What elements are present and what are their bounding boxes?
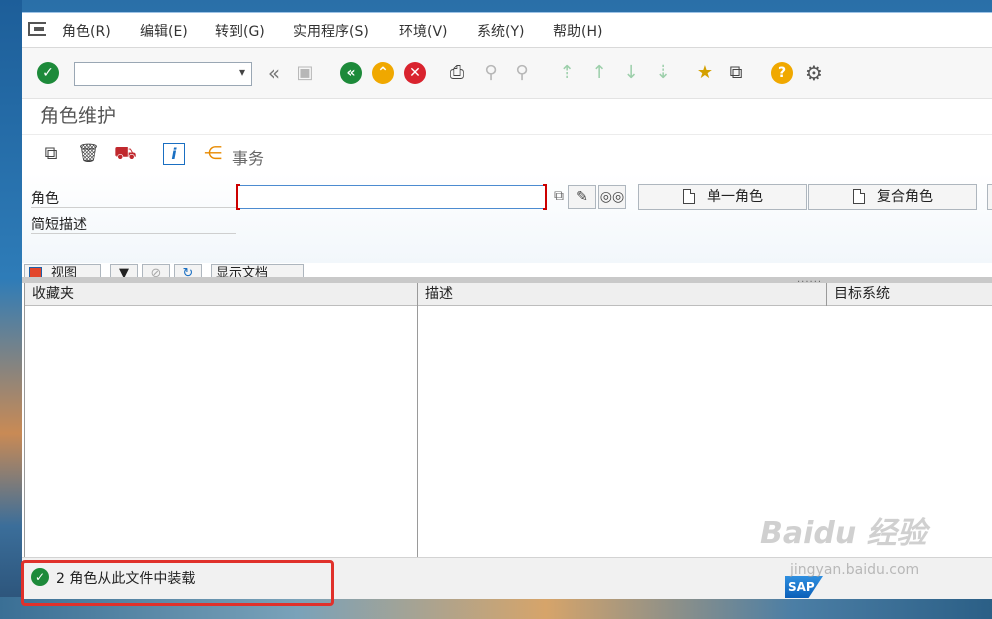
delete-filter-button[interactable]: ⊘ <box>142 264 170 277</box>
last-page-icon[interactable]: ⇣ <box>652 62 674 84</box>
column-header-target-system[interactable]: 目标系统 <box>827 283 992 306</box>
filter-icon: ▼ <box>119 266 129 277</box>
prev-page-icon[interactable]: ↑ <box>588 62 610 84</box>
copy-icon[interactable]: ⧉ <box>40 143 62 165</box>
menu-item-role[interactable]: 角色(R) <box>62 21 111 41</box>
next-page-icon[interactable]: ↓ <box>620 62 642 84</box>
menu-item-edit[interactable]: 编辑(E) <box>140 21 188 41</box>
settings-icon[interactable]: ⚙ <box>803 62 825 84</box>
column-divider[interactable] <box>826 283 827 306</box>
application-toolbar: ⧉ 🗑 ⛟ i ⋲ 事务 <box>22 134 992 173</box>
desktop-background-left <box>0 0 22 619</box>
pencil-icon: ✎ <box>576 189 588 205</box>
more-button-edge[interactable] <box>987 184 992 210</box>
transport-icon[interactable]: ⛟ <box>114 143 137 165</box>
enter-icon[interactable]: ✓ <box>37 62 59 84</box>
display-documentation-label: 显示文档 <box>216 266 269 277</box>
print-icon[interactable]: ⎙ <box>446 62 468 84</box>
standard-toolbar: ✓ ▾ « ▣ « ⌃ ✕ ⎙ ⚲ ⚲ ⇡ ↑ ↓ ⇣ ★ ⧉ ? ⚙ <box>22 48 992 99</box>
command-field[interactable]: ▾ <box>74 62 252 86</box>
transactions-label[interactable]: 事务 <box>232 145 264 169</box>
info-icon[interactable]: i <box>163 143 185 165</box>
selection-form: 角色 简短描述 ⧉ ✎ ◎◎ 单一角色 复合角色 <box>22 173 992 263</box>
display-documentation-button[interactable]: 显示文档 <box>211 264 304 277</box>
view-label: 视图 <box>51 266 78 277</box>
chevron-down-icon[interactable]: ▾ <box>239 65 245 79</box>
tree-toolbar: 视图 ▼ ⊘ ↻ 显示文档 <box>22 263 992 277</box>
transactions-icon[interactable]: ⋲ <box>202 143 224 165</box>
column-divider[interactable] <box>417 283 418 557</box>
baidu-watermark-url-icon: jingyan.baidu.com <box>790 562 920 578</box>
save-icon[interactable]: ▣ <box>294 62 316 84</box>
page-title: 角色维护 <box>40 105 117 127</box>
baidu-watermark-icon: Baidu 经验 <box>760 516 927 551</box>
status-highlight-box <box>21 560 334 606</box>
find-icon[interactable]: ⚲ <box>480 62 502 84</box>
short-description-label: 简短描述 <box>31 217 87 233</box>
view-icon <box>29 267 42 277</box>
composite-role-button[interactable]: 复合角色 <box>808 184 977 210</box>
glasses-icon: ◎◎ <box>599 189 625 205</box>
filter-button[interactable]: ▼ <box>110 264 138 277</box>
first-page-icon[interactable]: ⇡ <box>556 62 578 84</box>
column-header-favorites[interactable]: 收藏夹 <box>25 283 417 306</box>
menu-toggle-icon[interactable] <box>28 22 46 36</box>
back-green-icon[interactable]: « <box>340 62 362 84</box>
exit-icon[interactable]: ⌃ <box>372 62 394 84</box>
sap-logo: SAP <box>785 576 823 598</box>
edit-button[interactable]: ✎ <box>568 185 596 209</box>
new-session-icon[interactable]: ★ <box>694 62 716 84</box>
shortcut-icon[interactable]: ⧉ <box>725 62 747 84</box>
role-input[interactable] <box>236 184 547 210</box>
column-header-description[interactable]: 描述 <box>418 283 826 306</box>
menu-item-system[interactable]: 系统(Y) <box>477 21 524 41</box>
display-button[interactable]: ◎◎ <box>598 185 626 209</box>
delete-filter-icon: ⊘ <box>150 266 162 277</box>
back-icon[interactable]: « <box>263 62 285 84</box>
role-label-underline <box>31 207 236 208</box>
single-role-button[interactable]: 单一角色 <box>638 184 807 210</box>
single-role-label: 单一角色 <box>707 189 763 205</box>
role-label: 角色 <box>31 191 59 207</box>
refresh-button[interactable]: ↻ <box>174 264 202 277</box>
cancel-icon[interactable]: ✕ <box>404 62 426 84</box>
delete-icon[interactable]: 🗑 <box>77 143 100 165</box>
composite-role-label: 复合角色 <box>877 189 933 205</box>
menu-item-utilities[interactable]: 实用程序(S) <box>293 21 369 41</box>
menu-item-environment[interactable]: 环境(V) <box>399 21 448 41</box>
view-button[interactable]: 视图 <box>24 264 101 277</box>
document-icon <box>683 189 695 204</box>
short-description-underline <box>31 233 236 234</box>
find-next-icon[interactable]: ⚲ <box>511 62 533 84</box>
menu-item-help[interactable]: 帮助(H) <box>553 21 602 41</box>
help-icon[interactable]: ? <box>771 62 793 84</box>
refresh-icon: ↻ <box>182 266 194 277</box>
menu-bar: 角色(R) 编辑(E) 转到(G) 实用程序(S) 环境(V) 系统(Y) 帮助… <box>22 13 992 48</box>
search-help-icon[interactable]: ⧉ <box>548 185 570 207</box>
menu-item-goto[interactable]: 转到(G) <box>215 21 265 41</box>
document-icon <box>853 189 865 204</box>
